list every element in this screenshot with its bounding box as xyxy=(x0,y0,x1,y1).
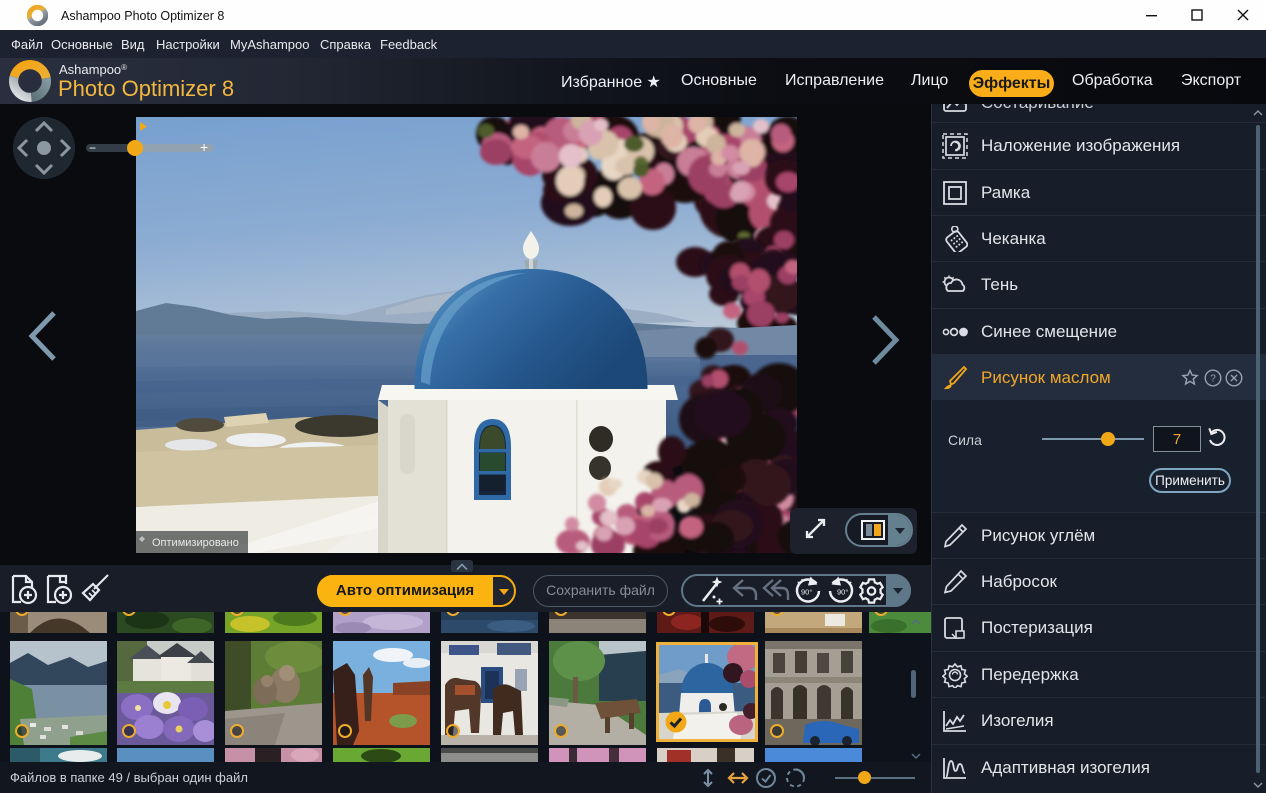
svg-text:Оптимизировано: Оптимизировано xyxy=(152,537,239,549)
svg-text:90°: 90° xyxy=(837,588,848,597)
svg-text:?: ? xyxy=(1210,374,1216,385)
svg-text:90°: 90° xyxy=(801,588,812,597)
